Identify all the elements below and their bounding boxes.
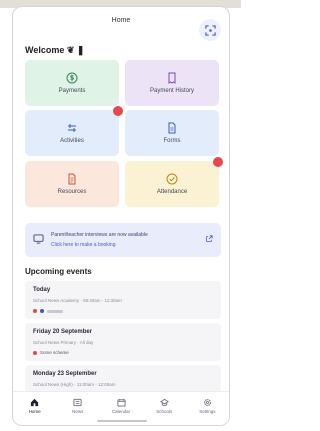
tile-label: Payment History [149,88,194,94]
page-title: Home [111,17,131,24]
monitor-icon [33,234,44,244]
external-link-icon [206,235,213,242]
event-date: Friday 20 September [33,329,93,335]
tile-label: Resources [57,189,87,195]
dollar-icon [66,72,78,84]
event-tag: Some scheme [33,350,69,355]
event-detail: School News (High) · 11:00am - 12:00am [33,382,116,387]
event-card[interactable]: Friday 20 September School News Primary … [25,323,221,361]
tag-dot [33,309,37,313]
tab-label: Schools [156,409,173,414]
qr-scan-icon [204,24,216,36]
event-tag-label: Some scheme [40,350,69,355]
banner-link[interactable]: Click here to make a booking [51,242,115,248]
home-indicator [97,420,147,422]
receipt-icon [168,72,176,84]
tab-label: News [72,409,84,414]
tab-label: Calendar [111,409,131,414]
welcome-heading: Welcome ❦ ❚ [25,45,85,55]
event-date: Today [33,287,51,293]
interviews-banner[interactable]: Parent/teacher interviews are now availa… [25,223,221,257]
tag-dot [40,309,44,313]
form-icon [168,122,176,134]
phone-frame: Home Welcome ❦ ❚ Payments Payment Histor… [12,6,230,426]
top-bar: Home [13,7,229,41]
notification-badge [213,157,223,167]
calendar-icon [116,398,126,407]
tile-resources[interactable]: Resources [25,161,119,207]
settings-icon [203,398,211,407]
tile-label: Forms [163,138,181,144]
notification-badge [113,106,123,116]
event-card[interactable]: Today School News Academy · 08:40am - 11… [25,281,221,319]
tile-attendance[interactable]: Attendance [125,157,223,207]
tab-settings[interactable]: Settings [186,392,229,425]
qr-scan-button[interactable] [199,19,221,41]
tile-label: Payments [58,88,86,94]
tag-dot [33,350,37,355]
tile-label: Attendance [156,189,188,195]
tab-label: Settings [199,409,216,414]
news-icon [73,398,82,407]
tab-news[interactable]: News [56,392,99,425]
home-icon [30,398,39,407]
tab-home[interactable]: Home [13,392,56,425]
tile-forms[interactable]: Forms [125,110,219,156]
section-title: Upcoming events [25,267,92,276]
tile-payment-history[interactable]: Payment History [125,60,219,106]
tag-pill [47,309,63,313]
tile-payments[interactable]: Payments [25,60,119,106]
event-detail: School News Academy · 08:40am - 11:30am [33,298,122,303]
event-card[interactable]: Monday 23 September School News (High) ·… [25,365,221,393]
event-date: Monday 23 September [33,371,97,377]
tile-activities[interactable]: Activities [25,106,123,156]
folder-icon [68,173,76,185]
tab-label: Home [28,409,41,414]
tile-label: Activities [60,138,84,144]
tab-schools[interactable]: Schools [143,392,186,425]
banner-title: Parent/teacher interviews are now availa… [51,232,148,238]
event-tags [33,309,63,313]
activities-icon [68,124,76,132]
school-icon [159,398,169,406]
event-detail: School News Primary · All day [33,340,94,345]
check-circle-icon [166,173,178,185]
